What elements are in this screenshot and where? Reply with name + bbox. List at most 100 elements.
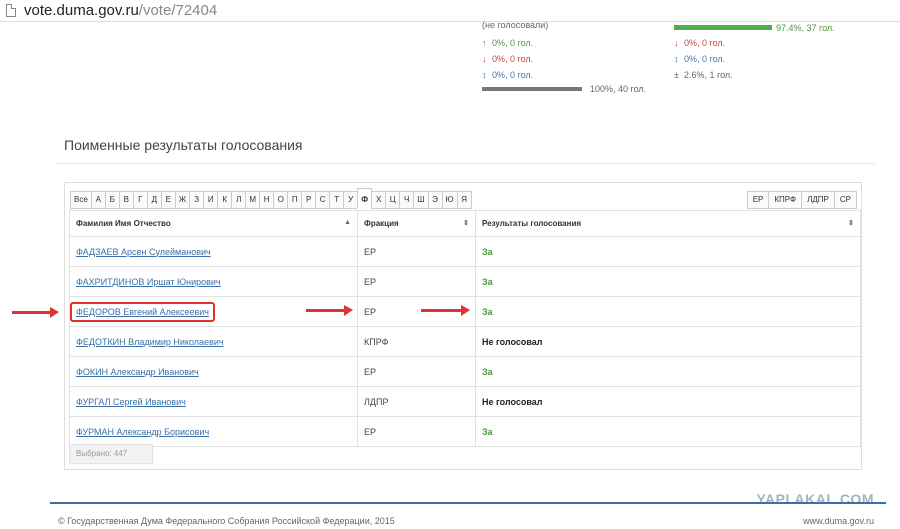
name-wrap: ФУРГАЛ Сергей Иванович: [76, 397, 186, 407]
cell-result: Не голосовал: [475, 326, 861, 357]
faction-tab[interactable]: ЕР: [746, 191, 770, 209]
deputy-link[interactable]: ФУРМАН Александр Борисович: [76, 427, 209, 437]
selected-count: Выбрано: 447: [69, 444, 153, 464]
letter-tab[interactable]: В: [118, 191, 134, 209]
url-text[interactable]: vote.duma.gov.ru/vote/72404: [24, 2, 217, 19]
letter-tab[interactable]: Ш: [413, 191, 429, 209]
cell-faction: ЕР: [357, 236, 476, 267]
cell-result: За: [475, 296, 861, 327]
deputy-link[interactable]: ФАХРИТДИНОВ Иршат Юнирович: [76, 277, 221, 287]
letter-tab[interactable]: П: [287, 191, 303, 209]
vote-result: За: [482, 306, 493, 317]
letter-tab[interactable]: Х: [371, 191, 387, 209]
summary-value: 0%, 0 гол.: [492, 54, 534, 64]
summary-value: 0%, 0 гол.: [492, 70, 534, 80]
letter-tab[interactable]: Ц: [385, 191, 401, 209]
cell-name: ФОКИН Александр Иванович: [69, 356, 358, 387]
letter-tab[interactable]: Л: [231, 191, 247, 209]
name-wrap: ФУРМАН Александр Борисович: [76, 427, 209, 437]
letter-tab[interactable]: У: [343, 191, 359, 209]
letter-tab[interactable]: Т: [329, 191, 345, 209]
vote-result: За: [482, 366, 493, 377]
cell-faction: ЕР: [357, 266, 476, 297]
url-host: vote.duma.gov.ru: [24, 2, 139, 19]
letter-tab[interactable]: Н: [259, 191, 275, 209]
faction-tab[interactable]: ЛДПР: [801, 191, 835, 209]
results-panel: Все А Б В Г Д Е Ж З И К Л М Н О П Р С Т У Ф Х Ц Ч Ш Э Ю Я ЕР КПРФ ЛДП…: [64, 182, 862, 470]
vote-result: Не голосовал: [482, 336, 543, 347]
name-wrap: ФАХРИТДИНОВ Иршат Юнирович: [76, 277, 221, 287]
name-wrap: ФЕДОТКИН Владимир Николаевич: [76, 337, 224, 347]
letter-tab[interactable]: Ф: [357, 188, 373, 209]
table-row: ФАДЗАЕВ Арсен Сулейманович ЕР За: [69, 236, 861, 267]
page-icon: [6, 4, 16, 17]
deputy-link[interactable]: ФУРГАЛ Сергей Иванович: [76, 397, 186, 407]
letter-tab[interactable]: С: [315, 191, 331, 209]
copyright: © Государственная Дума Федерального Собр…: [58, 516, 395, 526]
address-bar[interactable]: vote.duma.gov.ru/vote/72404: [0, 0, 900, 22]
summary-total: 100%, 40 гол.: [590, 84, 647, 94]
letter-tab[interactable]: А: [90, 191, 106, 209]
table-row: ФОКИН Александр Иванович ЕР За: [69, 356, 861, 387]
name-wrap: ФАДЗАЕВ Арсен Сулейманович: [76, 247, 211, 257]
cell-faction: КПРФ: [357, 326, 476, 357]
deputy-link[interactable]: ФОКИН Александр Иванович: [76, 367, 199, 377]
cell-faction: ЕР: [357, 416, 476, 447]
letter-tab[interactable]: Э: [427, 191, 443, 209]
letter-tab[interactable]: З: [189, 191, 205, 209]
cell-faction: ЕР: [357, 356, 476, 387]
sym-icon: ±: [674, 70, 679, 80]
letter-tab[interactable]: И: [203, 191, 219, 209]
letter-tab[interactable]: Р: [301, 191, 317, 209]
letter-tab[interactable]: Г: [132, 191, 148, 209]
letter-tab[interactable]: М: [245, 191, 261, 209]
sym-icon: ↓: [482, 54, 487, 64]
header-result-label: Результаты голосования: [482, 219, 582, 228]
letter-tab[interactable]: О: [273, 191, 289, 209]
summary-value: 0%, 0 гол.: [684, 54, 726, 64]
header-name[interactable]: Фамилия Имя Отчество ▲: [69, 210, 358, 237]
cell-name: ФЕДОТКИН Владимир Николаевич: [69, 326, 358, 357]
sym-icon: ↕: [674, 54, 679, 64]
annotation-arrow: [421, 305, 470, 316]
summary-left-3: ↕ 0%, 0 гол.: [482, 70, 533, 80]
footer-line: [50, 502, 886, 504]
table-header-row: Фамилия Имя Отчество ▲ Фракция ⇕ Результат…: [69, 210, 861, 237]
deputy-link[interactable]: ФЕДОРОВ Евгений Алексеевич: [76, 307, 209, 317]
letter-tab[interactable]: Б: [104, 191, 120, 209]
letter-tab[interactable]: Д: [146, 191, 162, 209]
highlight-box: ФЕДОРОВ Евгений Алексеевич: [70, 301, 215, 322]
letter-tab[interactable]: Ю: [441, 191, 458, 209]
summary-right-3: ↕ 0%, 0 гол.: [674, 54, 725, 64]
header-faction[interactable]: Фракция ⇕: [357, 210, 476, 237]
summary-left-2: ↓ 0%, 0 гол.: [482, 54, 533, 64]
section-title: Поименные результаты голосования: [64, 137, 303, 153]
site-link[interactable]: www.duma.gov.ru: [803, 516, 874, 526]
letter-tab[interactable]: К: [217, 191, 233, 209]
deputy-link[interactable]: ФАДЗАЕВ Арсен Сулейманович: [76, 247, 211, 257]
summary-value: 2.6%, 1 гол.: [684, 70, 733, 80]
cell-result: За: [475, 416, 861, 447]
not-voted-label: (не голосовали): [482, 20, 549, 30]
faction-tab[interactable]: КПРФ: [768, 191, 803, 209]
table-row: ФУРГАЛ Сергей Иванович ЛДПР Не голосовал: [69, 386, 861, 417]
letter-tab[interactable]: Ж: [174, 191, 191, 209]
cell-result: Не голосовал: [475, 386, 861, 417]
letter-tab[interactable]: Все: [70, 191, 92, 209]
letter-tab[interactable]: Ч: [399, 191, 415, 209]
sym-icon: ↕: [482, 70, 487, 80]
table-row: ФУРМАН Александр Борисович ЕР За: [69, 416, 861, 447]
divider: [55, 163, 875, 164]
header-result[interactable]: Результаты голосования ⇕: [475, 210, 861, 237]
cell-result: За: [475, 236, 861, 267]
vote-result: За: [482, 246, 493, 257]
summary-right-2: ↓ 0%, 0 гол.: [674, 38, 725, 48]
header-faction-label: Фракция: [364, 219, 399, 228]
letter-tab[interactable]: Е: [160, 191, 176, 209]
letter-filter: Все А Б В Г Д Е Ж З И К Л М Н О П Р С Т У Ф Х Ц Ч Ш Э Ю Я: [70, 188, 472, 209]
letter-tab[interactable]: Я: [456, 191, 472, 209]
faction-tab[interactable]: СР: [833, 191, 857, 209]
url-path: /vote/72404: [138, 2, 218, 19]
deputy-link[interactable]: ФЕДОТКИН Владимир Николаевич: [76, 337, 224, 347]
summary-value: 0%, 0 гол.: [684, 38, 726, 48]
